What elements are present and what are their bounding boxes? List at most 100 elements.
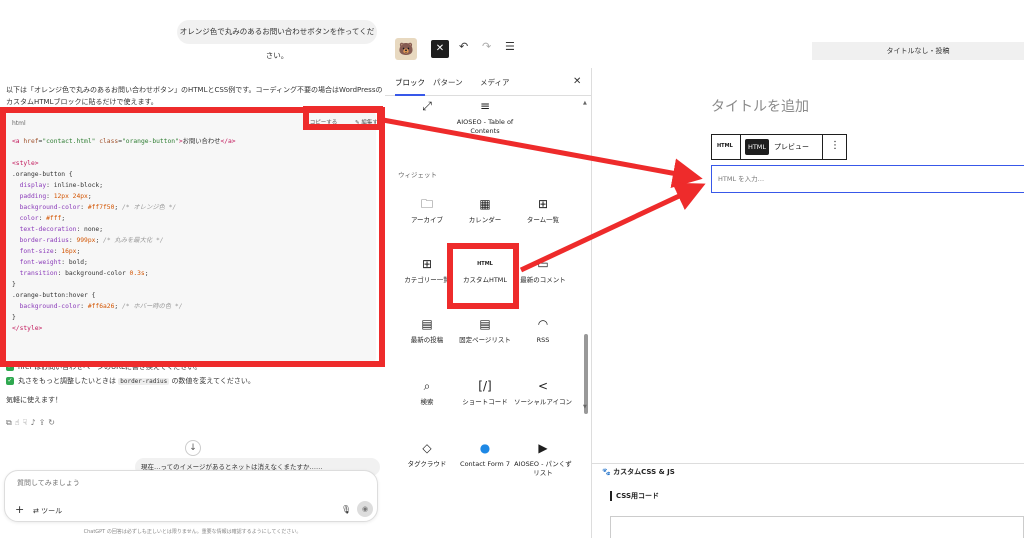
copy-code-button[interactable]: ⧉ コピーする: [304, 120, 345, 126]
thumbs-up-icon[interactable]: ☝: [15, 418, 23, 427]
block-item[interactable]: ▤ 最新の投稿: [397, 316, 457, 345]
html-block-icon[interactable]: HTML: [717, 143, 733, 149]
tools-button[interactable]: ⇄ ツール: [33, 506, 62, 516]
html-icon: HTML: [477, 261, 493, 267]
code-token: ;: [95, 237, 104, 244]
code-token: .orange-button {: [12, 171, 73, 178]
disclaimer: ChatGPT の回答は必ずしも正しいとは限りません。重要な情報は確認するように…: [83, 529, 302, 535]
block-label: RSS: [536, 336, 550, 344]
section-title-widgets: ウィジェット: [398, 171, 437, 179]
grid-icon: ⊞: [537, 197, 549, 211]
check-text: href はお問い合わせページのURLに書き換えてください。: [18, 363, 202, 371]
code-token: text-decoration: [12, 226, 77, 233]
code-token: お問い合わせ: [182, 138, 221, 145]
site-logo-icon[interactable]: 🐻: [395, 38, 417, 60]
css-code-field[interactable]: [610, 516, 1024, 538]
preview-button[interactable]: プレビュー: [774, 142, 809, 152]
code-token: :: [80, 204, 88, 211]
toolbar-divider: [740, 135, 741, 159]
block-item[interactable]: [/] ショートコード: [455, 378, 515, 407]
html-mode-button[interactable]: HTML: [745, 139, 769, 155]
block-label: ターム一覧: [526, 216, 560, 224]
tab-patterns[interactable]: パターン: [433, 77, 463, 88]
block-item[interactable]: ▦ カレンダー: [455, 196, 515, 225]
more-options-icon[interactable]: ⋮: [830, 140, 840, 151]
archive-icon: 🗀: [420, 197, 433, 211]
undo-icon[interactable]: ↶: [459, 40, 468, 53]
expand-icon: ⤢: [422, 99, 432, 113]
code-token: ;: [76, 248, 81, 255]
tools-label: ツール: [41, 507, 63, 515]
code-content: <a href="contact.html" class="orange-but…: [12, 136, 236, 334]
block-item[interactable]: HTML カスタムHTML: [455, 256, 515, 285]
check-item: ✓ href はお問い合わせページのURLに書き換えてください。: [6, 362, 201, 373]
block-item[interactable]: ⊞ ターム一覧: [513, 196, 573, 225]
regenerate-icon[interactable]: ↻: [48, 418, 58, 427]
post-title-input[interactable]: タイトルを追加: [711, 96, 809, 116]
block-item[interactable]: 🗀 アーカイブ: [397, 196, 457, 225]
comment-icon: ▭: [537, 257, 549, 271]
message-actions[interactable]: ⧉☝☟♪⇪↻: [6, 418, 58, 428]
block-inserter: ブロック パターン メディア ✕ ⤢ ≡ AIOSEO - Table of C…: [385, 68, 592, 538]
block-item[interactable]: ▭ 最新のコメント: [513, 256, 573, 285]
code-token: ;: [61, 215, 66, 222]
check-item: ✓ 丸さをもっと調整したいときは border-radius の数値を変えてくださ…: [6, 376, 255, 387]
code-line: }: [12, 279, 236, 290]
plus-icon[interactable]: +: [15, 503, 24, 516]
code-token: font-weight: [12, 259, 62, 266]
document-overview-icon[interactable]: ☰: [505, 40, 515, 53]
code-token: "contact.html": [42, 138, 100, 145]
code-line: padding: 12px 24px;: [12, 191, 236, 202]
block-item[interactable]: ⊞ カテゴリー一覧: [397, 256, 457, 285]
scroll-thumb[interactable]: [584, 334, 588, 414]
block-label: カスタムHTML: [462, 276, 508, 284]
share-icon[interactable]: ⇪: [39, 418, 49, 427]
block-item[interactable]: ≡ AIOSEO - Table of Contents: [455, 98, 515, 136]
calendar-icon: ▦: [479, 197, 491, 211]
block-item[interactable]: ◠ RSS: [513, 316, 573, 345]
copy-icon[interactable]: ⧉: [6, 418, 15, 427]
block-item[interactable]: ◇ タグクラウド: [397, 440, 457, 469]
code-line: display: inline-block;: [12, 180, 236, 191]
block-item[interactable]: ⤢: [397, 98, 457, 118]
speaker-icon[interactable]: ♪: [30, 418, 38, 427]
block-label: AIOSEO - Table of Contents: [456, 118, 514, 135]
search-icon: ⌕: [423, 379, 431, 393]
meta-panel-title[interactable]: 🐾 カスタムCSS & JS: [602, 467, 675, 477]
code-token: href: [23, 138, 39, 145]
code-line: .orange-button {: [12, 169, 236, 180]
code-token: <style>: [12, 160, 39, 167]
composer-input[interactable]: [17, 479, 317, 487]
block-label: 最新のコメント: [520, 276, 566, 284]
code-line: </style>: [12, 323, 236, 334]
edit-label: 編集する: [361, 120, 384, 126]
redo-icon[interactable]: ↷: [482, 40, 491, 53]
tab-blocks[interactable]: ブロック: [395, 77, 425, 88]
code-token: 12px 24px: [53, 193, 88, 200]
scroll-down-arrow[interactable]: ▼: [583, 404, 587, 410]
code-token: 999px: [76, 237, 96, 244]
block-item[interactable]: ▤ 固定ページリスト: [455, 316, 515, 345]
close-icon[interactable]: ✕: [573, 76, 581, 87]
block-item[interactable]: ▶ AIOSEO - パンくずリスト: [513, 440, 573, 478]
code-token: : inline-block;: [46, 182, 103, 189]
block-label: カレンダー: [468, 216, 502, 224]
check-text: の数値を変えてください。: [171, 377, 255, 385]
scroll-up-arrow[interactable]: ▲: [583, 100, 587, 106]
code-token: </style>: [12, 325, 43, 332]
code-line: font-weight: bold;: [12, 257, 236, 268]
block-item[interactable]: ● Contact Form 7: [455, 440, 515, 469]
voice-mode-button[interactable]: ◉: [357, 501, 373, 517]
block-item[interactable]: ⌕ 検索: [397, 378, 457, 407]
block-label: 検索: [420, 398, 434, 406]
scroll-down-button[interactable]: ↓: [185, 440, 201, 456]
code-line: background-color: #ff6a26; /* ホバー時の色 */: [12, 301, 236, 312]
tab-media[interactable]: メディア: [480, 77, 509, 88]
document-title[interactable]: タイトルなし・投稿: [812, 42, 1024, 60]
close-inserter-button[interactable]: ✕: [431, 40, 449, 58]
mic-icon[interactable]: 🎙: [341, 505, 351, 514]
inserter-scrollbar[interactable]: ▲ ▼: [583, 98, 589, 538]
code-line: font-size: 16px;: [12, 246, 236, 257]
block-item[interactable]: < ソーシャルアイコン: [513, 378, 573, 407]
html-code-input[interactable]: [711, 165, 1024, 193]
